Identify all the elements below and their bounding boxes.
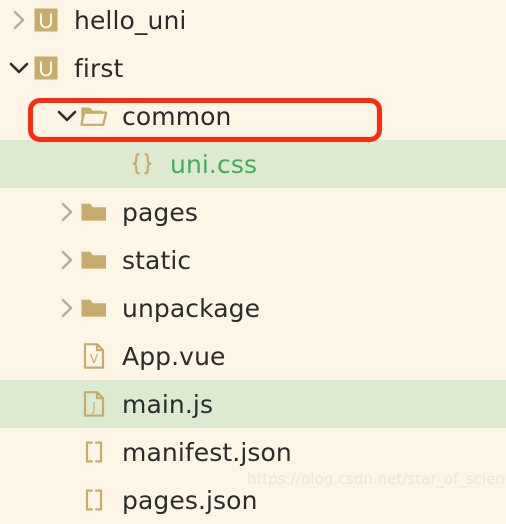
chevron-placeholder	[54, 439, 80, 465]
css-braces-icon	[128, 150, 156, 178]
tree-row-unpackage[interactable]: unpackage	[0, 284, 506, 332]
tree-row-label: main.js	[122, 389, 214, 419]
tree-row-common[interactable]: common	[0, 92, 506, 140]
folder-closed-icon	[80, 198, 108, 226]
chevron-placeholder	[54, 391, 80, 417]
folder-open-icon	[80, 102, 108, 130]
tree-row-label: manifest.json	[122, 437, 292, 467]
tree-row-label: pages.json	[122, 485, 258, 515]
tree-row-label: common	[122, 101, 232, 131]
chevron-down-icon[interactable]	[6, 55, 32, 81]
tree-row-label: hello_uni	[74, 5, 187, 35]
svg-text:V: V	[90, 352, 99, 366]
project-file-tree: hello_unifirst common uni.css pages static un…	[0, 0, 506, 513]
tree-row-label: pages	[122, 197, 198, 227]
chevron-placeholder	[54, 343, 80, 369]
tree-row-label: App.vue	[122, 341, 226, 371]
json-brackets-icon	[80, 438, 108, 466]
tree-row-pages[interactable]: pages	[0, 188, 506, 236]
tree-row-hello-uni[interactable]: hello_uni	[0, 0, 506, 44]
tree-row-label: uni.css	[170, 149, 258, 179]
vue-file-icon: V	[80, 342, 108, 370]
chevron-down-icon[interactable]	[54, 103, 80, 129]
folder-closed-icon	[80, 246, 108, 274]
svg-text:J: J	[91, 400, 96, 414]
chevron-placeholder	[54, 487, 80, 513]
tree-row-uni-css[interactable]: uni.css	[0, 140, 506, 188]
uniapp-project-icon	[32, 6, 60, 34]
json-brackets-icon	[80, 486, 108, 514]
chevron-right-icon[interactable]	[6, 7, 32, 33]
tree-row-label: first	[74, 53, 124, 83]
chevron-right-icon[interactable]	[54, 247, 80, 273]
tree-row-label: static	[122, 245, 192, 275]
tree-row-app-vue[interactable]: V App.vue	[0, 332, 506, 380]
tree-row-label: unpackage	[122, 293, 261, 323]
chevron-right-icon[interactable]	[54, 199, 80, 225]
chevron-right-icon[interactable]	[54, 295, 80, 321]
tree-row-first[interactable]: first	[0, 44, 506, 92]
chevron-placeholder	[102, 151, 128, 177]
tree-row-main-js[interactable]: Jmain.js	[0, 380, 506, 428]
tree-row-manifest-json[interactable]: manifest.json	[0, 428, 506, 476]
js-file-icon: J	[80, 390, 108, 418]
watermark: https://blog.csdn.net/star_of_science	[247, 470, 506, 488]
folder-closed-icon	[80, 294, 108, 322]
uniapp-project-icon	[32, 54, 60, 82]
tree-row-static[interactable]: static	[0, 236, 506, 284]
